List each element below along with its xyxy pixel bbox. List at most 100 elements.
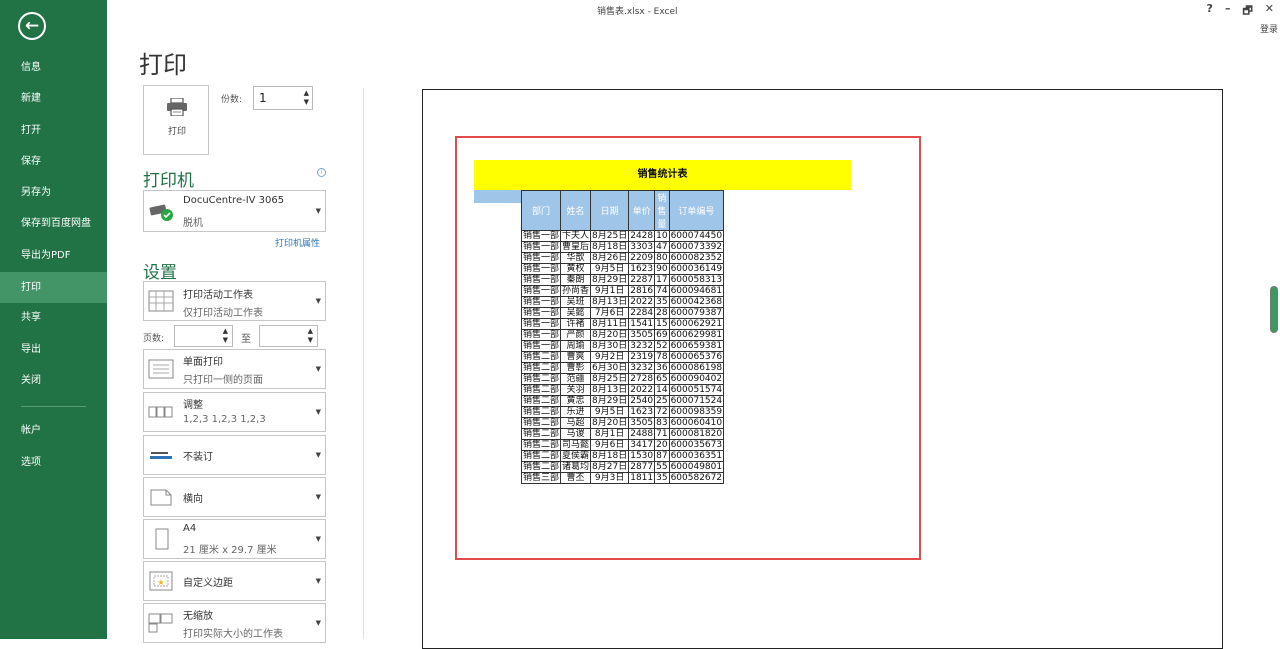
table-cell: 600074450	[668, 230, 725, 242]
table-cell: 8月20日	[590, 417, 630, 429]
table-cell: 严颜	[560, 329, 592, 341]
help-button[interactable]: ?	[1207, 2, 1213, 21]
table-cell: 销售一部	[520, 241, 562, 253]
table-cell: 14	[654, 384, 670, 396]
chevron-down-icon: ▼	[315, 577, 321, 585]
print-button[interactable]: 打印	[143, 85, 209, 155]
table-row: 销售二部 范疆 8月25日 2728 65 600090402	[520, 373, 725, 385]
table-cell: 600098359	[668, 406, 725, 418]
table-cell: 600062921	[668, 318, 725, 330]
nav-item-info[interactable]: 信息	[0, 56, 107, 87]
copies-label: 份数:	[221, 95, 243, 105]
table-row: 销售三部 曹丕 9月3日 1811 35 600582672	[520, 472, 725, 484]
table-cell: 20	[654, 439, 670, 451]
nav-item-open[interactable]: 打开	[0, 119, 107, 150]
table-cell: 6月30日	[590, 362, 630, 374]
table-cell: 600058313	[668, 274, 725, 286]
table-row: 销售一部 严颜 8月20日 3505 69 600629981	[520, 329, 725, 341]
binding-line1: 不装订	[183, 452, 213, 463]
nav-item-save[interactable]: 保存	[0, 150, 107, 181]
table-cell: 8月25日	[590, 373, 630, 385]
title-bar: 销售表.xlsx - Excel ? – 🗗 ✕ 登录	[107, 0, 1280, 35]
table-cell: 曹爽	[560, 351, 592, 363]
chevron-down-icon: ▼	[315, 493, 321, 501]
binding-select[interactable]: 不装订 ▼	[143, 435, 326, 475]
table-cell: 销售二部	[520, 439, 562, 451]
nav-item-export[interactable]: 导出	[0, 338, 107, 369]
table-cell: 销售一部	[520, 285, 562, 297]
column-header: 日期	[590, 190, 630, 231]
close-button[interactable]: ✕	[1265, 2, 1274, 21]
backstage-nav: 信息 新建 打开 保存 另存为 保存到百度网盘 导出为PDF 打印 共享 导出 …	[0, 56, 107, 482]
scaling-select[interactable]: 无缩放 打印实际大小的工作表 ▼	[143, 603, 326, 643]
table-cell: 600629981	[668, 329, 725, 341]
preview-scroll-thumb[interactable]	[1270, 286, 1278, 333]
pages-from-input[interactable]: ▲ ▼	[174, 325, 233, 347]
margins-select[interactable]: ★ 自定义边距 ▼	[143, 561, 326, 601]
table-cell: 8月1日	[590, 428, 630, 440]
nav-item-export-pdf[interactable]: 导出为PDF	[0, 244, 107, 275]
back-arrow-icon[interactable]: ←	[18, 12, 46, 40]
margins-line1: 自定义边距	[183, 578, 233, 589]
nav-item-save-to-baidu[interactable]: 保存到百度网盘	[0, 212, 107, 243]
nav-item-print[interactable]: 打印	[0, 271, 107, 303]
copies-input[interactable]: 1 ▲ ▼	[253, 86, 313, 110]
info-icon[interactable]: i	[317, 168, 326, 177]
table-cell: 关羽	[560, 384, 592, 396]
nav-item-close[interactable]: 关闭	[0, 369, 107, 400]
table-cell: 65	[654, 373, 670, 385]
table-cell: 600073392	[668, 241, 725, 253]
table-cell: 曹皇后	[560, 241, 592, 253]
table-cell: 17	[654, 274, 670, 286]
table-cell: 2022	[628, 296, 656, 308]
pages-from-spinner-icon[interactable]: ▲ ▼	[223, 327, 228, 345]
sides-line1: 单面打印	[183, 357, 223, 368]
table-cell: 销售二部	[520, 351, 562, 363]
table-row: 销售二部 诸葛均 8月27日 2877 55 600049801	[520, 461, 725, 473]
pages-to-input[interactable]: ▲ ▼	[259, 325, 318, 347]
table-cell: 1623	[628, 406, 656, 418]
minimize-button[interactable]: –	[1225, 2, 1231, 21]
table-header-row: 部门 姓名 日期 单价 销售量 订单编号	[520, 190, 725, 231]
copies-spinner-icon[interactable]: ▲ ▼	[304, 89, 309, 107]
table-cell: 2488	[628, 428, 656, 440]
table-body: 销售一部 卞夫人 8月25日 2428 10 600074450 销售一部 曹皇后 8月18日 3…	[520, 230, 725, 484]
printer-icon	[167, 98, 187, 116]
nav-item-save-as[interactable]: 另存为	[0, 181, 107, 212]
table-row: 销售二部 夏侯霸 8月18日 1530 87 600036351	[520, 450, 725, 462]
orientation-select[interactable]: 横向 ▼	[143, 477, 326, 517]
table-row: 销售一部 孙尚香 9月1日 2816 74 600094681	[520, 285, 725, 297]
sides-select[interactable]: 单面打印 只打印一侧的页面 ▼	[143, 349, 326, 389]
table-cell: 黄忠	[560, 395, 592, 407]
table-row: 销售一部 华歆 8月26日 2209 80 600082352	[520, 252, 725, 264]
table-cell: 范疆	[560, 373, 592, 385]
table-cell: 诸葛均	[560, 461, 592, 473]
nav-divider	[21, 406, 86, 408]
printer-select[interactable]: DocuCentre-IV 3065 脱机 ▼	[143, 190, 326, 232]
login-link[interactable]: 登录	[1260, 22, 1278, 35]
printer-properties-link[interactable]: 打印机属性	[275, 236, 320, 249]
custom-margins-icon: ★	[149, 571, 173, 591]
chevron-down-icon: ▼	[315, 207, 321, 215]
print-what-select[interactable]: 打印活动工作表 仅打印活动工作表 ▼	[143, 281, 326, 321]
pages-to-spinner-icon[interactable]: ▲ ▼	[308, 327, 313, 345]
table-cell: 销售一部	[520, 329, 562, 341]
collate-select[interactable]: 调整 1,2,3 1,2,3 1,2,3 ▼	[143, 392, 326, 432]
table-cell: 2816	[628, 285, 656, 297]
nav-item-new[interactable]: 新建	[0, 87, 107, 118]
table-cell: 8月29日	[590, 395, 630, 407]
nav-item-options[interactable]: 选项	[0, 451, 107, 482]
printer-status: 脱机	[183, 218, 203, 229]
nav-item-share[interactable]: 共享	[0, 306, 107, 337]
printer-status-icon	[149, 204, 173, 221]
table-cell: 1530	[628, 450, 656, 462]
restore-button[interactable]: 🗗	[1242, 2, 1252, 21]
table-cell: 3505	[628, 329, 656, 341]
table-cell: 8月13日	[590, 384, 630, 396]
table-cell: 销售二部	[520, 450, 562, 462]
table-cell: 87	[654, 450, 670, 462]
nav-item-account[interactable]: 帐户	[0, 419, 107, 450]
paper-size-select[interactable]: A4 21 厘米 x 29.7 厘米 ▼	[143, 519, 326, 559]
table-cell: 8月13日	[590, 296, 630, 308]
table-row: 销售二部 乐进 9月5日 1623 72 600098359	[520, 406, 725, 418]
